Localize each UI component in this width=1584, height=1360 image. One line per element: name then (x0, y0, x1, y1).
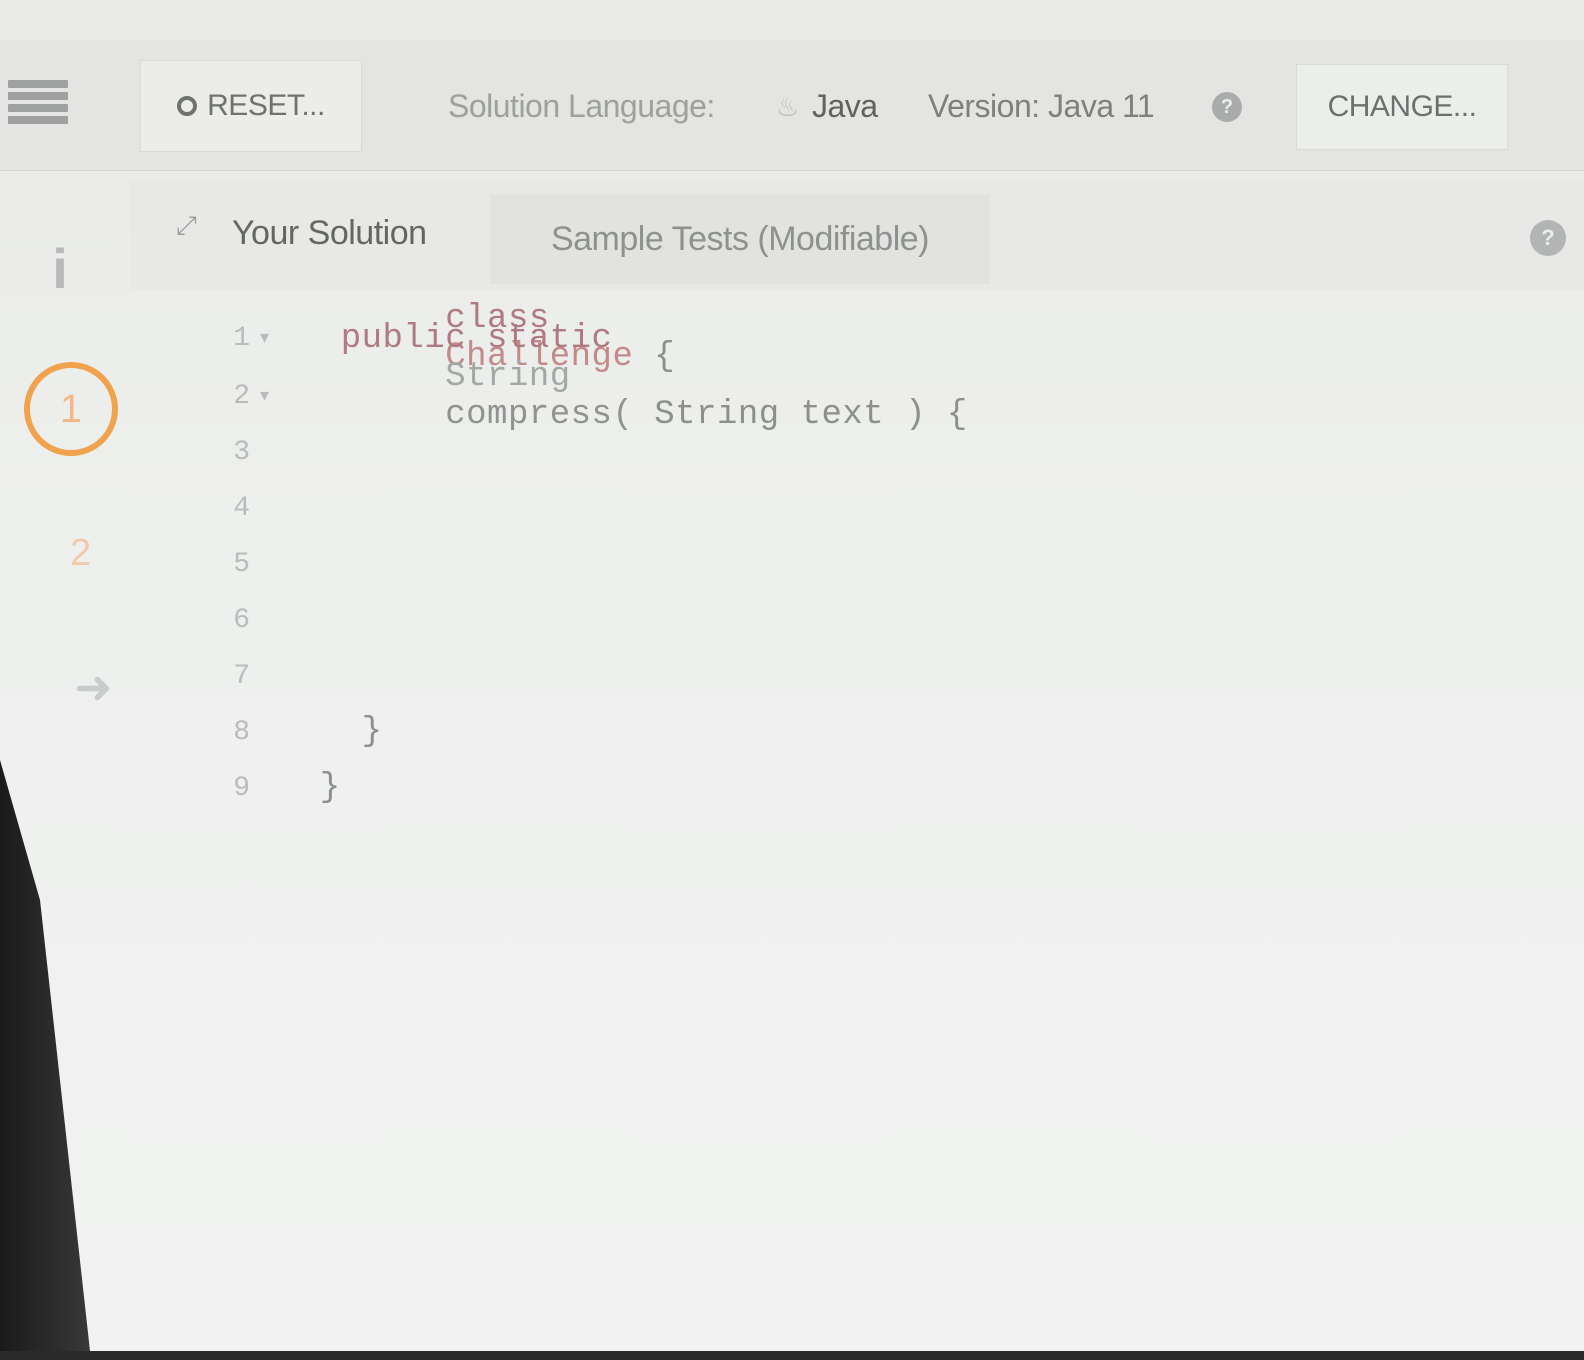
tab-sample-tests-label: Sample Tests (Modifiable) (550, 219, 930, 258)
line-number: 1 (233, 322, 250, 354)
line-number: 2 (233, 380, 250, 412)
line-number: 5 (233, 548, 250, 580)
fold-arrow-icon[interactable]: ▾ (260, 385, 278, 407)
code-text: String text ) { (633, 396, 968, 434)
code-text: } (278, 713, 383, 751)
fold-arrow-icon[interactable]: ▾ (260, 327, 278, 349)
code-function-name: compress( (445, 396, 634, 434)
change-button[interactable]: CHANGE... (1296, 64, 1508, 150)
line-number: 7 (233, 660, 250, 692)
code-line: 6 (150, 592, 260, 648)
step-2-indicator[interactable]: 2 (70, 532, 91, 575)
expand-icon[interactable]: ⤢ (176, 210, 210, 244)
code-keyword: public static (340, 320, 613, 358)
reset-button[interactable]: RESET... (140, 60, 362, 152)
instructions-icon[interactable]: i (48, 238, 72, 300)
solution-language-label: Solution Language: (448, 88, 715, 124)
step-1-indicator[interactable]: 1 (24, 362, 118, 456)
code-editor[interactable]: 1 ▾ class Challenge { 2 ▾ public static … (150, 300, 1570, 820)
line-number: 9 (233, 772, 250, 804)
step-1-label: 1 (59, 386, 83, 431)
code-text: } (278, 769, 341, 807)
java-icon: ♨ (776, 92, 800, 122)
code-line: 3 (150, 424, 260, 480)
help-icon[interactable]: ? (1530, 220, 1566, 256)
tab-your-solution[interactable]: Your Solution (232, 214, 427, 253)
reset-label: RESET... (207, 89, 325, 122)
code-line: 2 ▾ public static String compress( Strin… (150, 320, 968, 434)
code-line: 5 (150, 536, 260, 592)
code-line: 9 } (150, 760, 341, 816)
info-icon[interactable]: ? (1212, 92, 1242, 122)
screen: RESET... Solution Language: ♨ Java Versi… (0, 0, 1584, 1351)
line-number: 8 (233, 716, 250, 748)
line-number: 3 (233, 436, 250, 468)
code-line: 8 } (150, 704, 383, 760)
toolbar: RESET... Solution Language: ♨ Java Versi… (0, 40, 1584, 171)
code-line: 4 (150, 480, 260, 536)
code-line: 7 (150, 648, 260, 704)
reset-icon (177, 96, 198, 116)
arrow-right-icon[interactable]: ➜ (74, 660, 113, 714)
code-type: String (445, 358, 571, 396)
menu-icon[interactable] (8, 80, 68, 124)
line-number: 6 (233, 604, 250, 636)
line-number: 4 (233, 492, 250, 524)
language-value[interactable]: Java (812, 88, 878, 125)
version-label: Version: Java 11 (928, 88, 1155, 124)
